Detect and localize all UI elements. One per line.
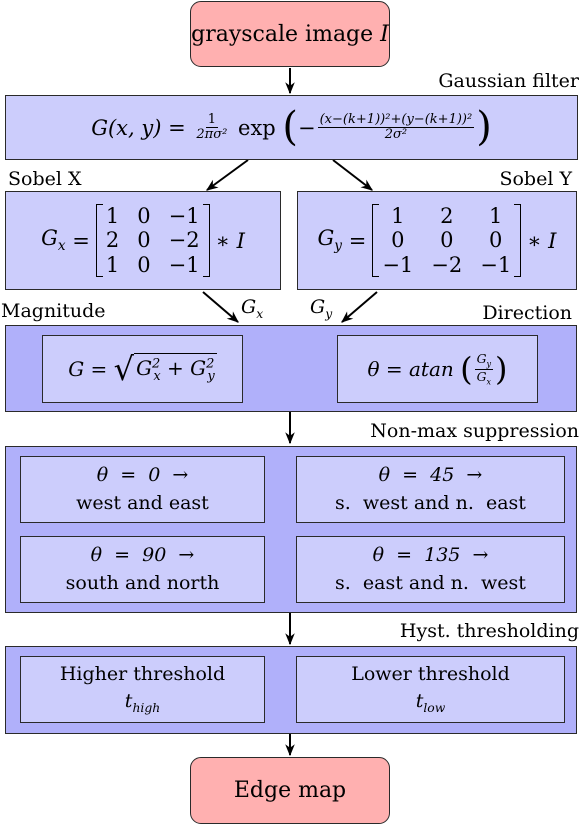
direction-lhs: θ = atan: [367, 357, 454, 381]
sobel-y-box: Gy = 1 2 1 0 0 0 −1 −2 −1 ∗ I: [297, 191, 577, 290]
sobel-x-rhs: ∗ I: [215, 228, 245, 253]
matrix-cell: 0: [391, 228, 405, 253]
open-paren: (: [282, 103, 298, 150]
sobel-y-matrix: 1 2 1 0 0 0 −1 −2 −1: [372, 204, 522, 277]
input-symbol: I: [380, 21, 389, 47]
gaussian-norm-fraction: 1 2πσ²: [196, 112, 228, 142]
output-text: Edge map: [233, 778, 347, 803]
matrix-cell: −1: [382, 252, 414, 277]
arrow-gaussian-to-sobel-x: [206, 159, 249, 191]
equals: =: [348, 228, 367, 253]
magnitude-lhs: G =: [68, 357, 108, 381]
matrix-cell: 0: [137, 228, 151, 253]
arrow-gaussian-to-sobel-y: [332, 159, 373, 191]
close-paren: ): [476, 103, 492, 150]
matrix-cell: 1: [391, 204, 405, 229]
arrow-sobel-y-to-gradient: [341, 291, 378, 323]
matrix-cell: 2: [440, 204, 454, 229]
matrix-cell: 1: [105, 204, 120, 229]
gaussian-exp: exp: [238, 115, 276, 140]
gaussian-minus: −: [298, 115, 316, 140]
sobel-y-label: Sobel Y: [499, 168, 572, 190]
hyst-cell-low: Lower threshold tlow: [296, 656, 565, 723]
input-node: grayscale image I: [190, 1, 390, 67]
output-node: Edge map: [190, 757, 390, 824]
sobel-x-label: Sobel X: [8, 168, 82, 190]
input-text: grayscale image: [191, 21, 374, 47]
magnitude-label: Magnitude: [1, 300, 106, 322]
gaussian-filter-label: Gaussian filter: [438, 70, 579, 92]
sobel-x-matrix: 1 0 −1 2 0 −2 1 0 −1: [95, 204, 210, 277]
matrix-cell: −2: [431, 252, 463, 277]
matrix-cell: 2: [105, 228, 120, 253]
matrix-cell: 0: [440, 228, 454, 253]
matrix-cell: 1: [105, 252, 120, 277]
edge-label-gy: Gy: [310, 296, 333, 321]
nonmax-label: Non-max suppression: [370, 420, 579, 442]
equals: =: [72, 228, 90, 253]
nonmax-cell-2: θ = 90 → south and north: [20, 536, 265, 603]
sobel-x-lhs: Gx: [41, 226, 66, 255]
matrix-cell: −1: [480, 252, 512, 277]
hyst-cell-high: Higher threshold thigh: [20, 656, 265, 723]
sobel-y-rhs: ∗ I: [527, 228, 557, 253]
nonmax-cell-0: θ = 0 → west and east: [20, 456, 265, 523]
arrow-sobel-x-to-gradient: [202, 291, 239, 323]
matrix-cell: 0: [137, 204, 151, 229]
edge-label-gx: Gx: [241, 296, 264, 321]
gaussian-exponent-fraction: (x−(k+1))²+(y−(k+1))² 2σ²: [317, 112, 475, 142]
gaussian-lhs: G(x, y) =: [91, 115, 186, 140]
matrix-cell: −1: [168, 204, 200, 229]
matrix-cell: 0: [137, 252, 151, 277]
sqrt: √ G2x + G2y: [113, 350, 217, 388]
gaussian-filter-box: G(x, y) = 1 2πσ² exp ( − (x−(k+1))²+(y−(…: [5, 95, 578, 160]
sobel-x-box: Gx = 1 0 −1 2 0 −2 1 0 −1 ∗ I: [5, 191, 281, 290]
nonmax-cell-1: θ = 45 → s. west and n. east: [296, 456, 565, 523]
matrix-cell: −2: [168, 228, 200, 253]
direction-box: θ = atan ( Gy Gx ): [337, 335, 538, 403]
hyst-label: Hyst. thresholding: [399, 620, 579, 642]
direction-label: Direction: [482, 302, 572, 324]
direction-fraction: Gy Gx: [474, 350, 494, 386]
matrix-cell: 0: [489, 228, 503, 253]
nonmax-cell-3: θ = 135 → s. east and n. west: [296, 536, 565, 603]
matrix-cell: −1: [168, 252, 200, 277]
sobel-y-lhs: Gy: [317, 226, 343, 255]
magnitude-box: G = √ G2x + G2y: [42, 335, 243, 403]
matrix-cell: 1: [489, 204, 503, 229]
